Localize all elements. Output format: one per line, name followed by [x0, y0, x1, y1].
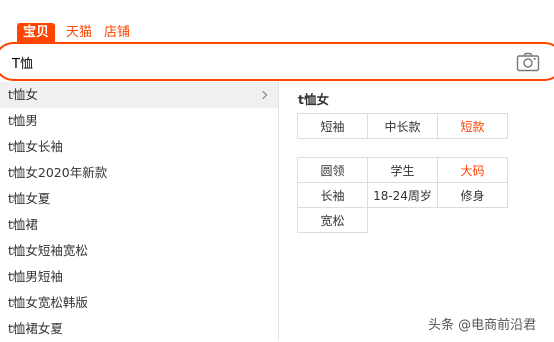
- suggestion-item[interactable]: t恤裙: [0, 212, 278, 238]
- suggestion-item[interactable]: t恤女长袖: [0, 134, 278, 160]
- chevron-right-icon: [258, 90, 268, 100]
- attribute-grid-primary: 短袖 中长款 短款: [297, 113, 508, 139]
- suggestion-item[interactable]: t恤男短袖: [0, 264, 278, 290]
- attribute-option[interactable]: 短款: [437, 113, 508, 139]
- empty-cell: [438, 208, 508, 233]
- attribute-option[interactable]: 修身: [437, 182, 508, 208]
- attribute-option[interactable]: 短袖: [297, 113, 368, 139]
- attribute-option[interactable]: 学生: [367, 157, 438, 183]
- suggestion-item[interactable]: t恤女宽松韩版: [0, 290, 278, 316]
- camera-icon[interactable]: [516, 52, 540, 72]
- suggestion-label: t恤女2020年新款: [8, 165, 108, 180]
- tab-baobei[interactable]: 宝贝: [17, 23, 56, 43]
- attribute-option[interactable]: 圆领: [297, 157, 368, 183]
- watermark: 头条 @电商前沿君: [428, 318, 537, 333]
- suggestion-label: t恤女: [8, 87, 38, 102]
- suggestion-item[interactable]: t恤女短袖宽松: [0, 238, 278, 264]
- empty-cell: [368, 208, 438, 233]
- suggestion-item[interactable]: t恤裙女夏: [0, 316, 278, 342]
- suggestion-list: t恤女 t恤男 t恤女长袖 t恤女2020年新款 t恤女夏 t恤裙 t恤女短袖宽松 t恤男短袖…: [0, 82, 279, 341]
- panel-title: t恤女: [298, 92, 329, 107]
- search-type-tabs: 宝贝 天猫 店铺: [17, 23, 142, 43]
- tab-tmall[interactable]: 天猫: [66, 23, 92, 43]
- suggestion-item[interactable]: t恤女: [0, 82, 278, 108]
- suggestion-label: t恤女短袖宽松: [8, 243, 88, 258]
- suggestion-item[interactable]: t恤女2020年新款: [0, 160, 278, 186]
- attribute-option[interactable]: 宽松: [297, 207, 368, 233]
- suggestion-item[interactable]: t恤女夏: [0, 186, 278, 212]
- suggestion-dropdown: t恤女 t恤男 t恤女长袖 t恤女2020年新款 t恤女夏 t恤裙 t恤女短袖宽松 t恤男短袖…: [0, 82, 554, 341]
- attribute-option[interactable]: 大码: [437, 157, 508, 183]
- attribute-option[interactable]: 中长款: [367, 113, 438, 139]
- search-input[interactable]: [12, 50, 482, 74]
- tab-shop[interactable]: 店铺: [104, 23, 130, 43]
- attribute-option[interactable]: 18-24周岁: [367, 182, 438, 208]
- attribute-option[interactable]: 长袖: [297, 182, 368, 208]
- attribute-grid-secondary: 圆领 学生 大码长袖 18-24周岁 修身宽松: [297, 157, 508, 233]
- search-box: [0, 42, 554, 81]
- suggestion-label: t恤女宽松韩版: [8, 295, 88, 310]
- suggestion-item[interactable]: t恤男: [0, 108, 278, 134]
